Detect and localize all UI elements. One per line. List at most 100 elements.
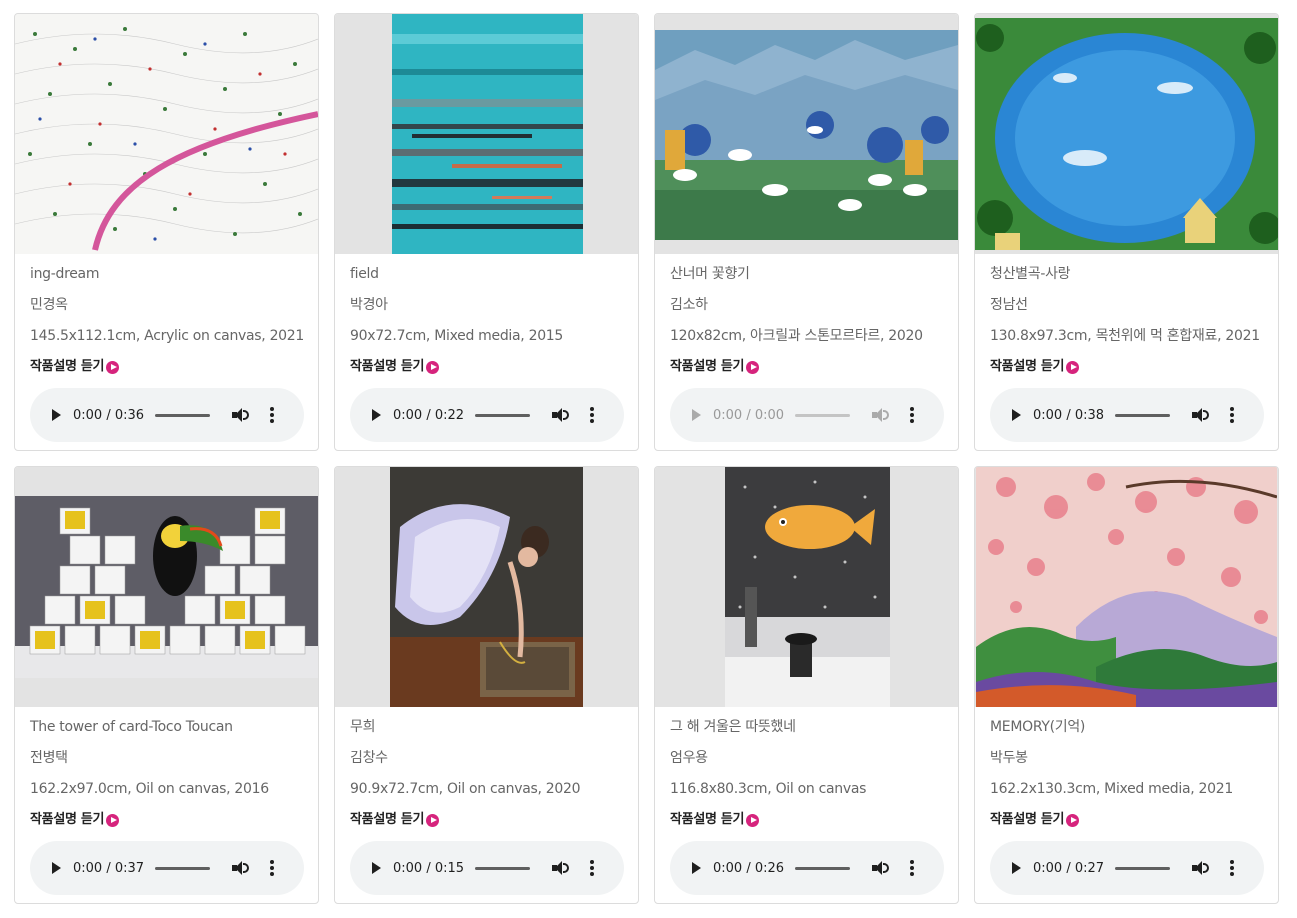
artwork-image[interactable] bbox=[655, 467, 958, 707]
volume-icon[interactable] bbox=[232, 860, 249, 876]
artwork-info: 그 해 겨울은 따뜻했네 엄우용 116.8x80.3cm, Oil on ca… bbox=[670, 717, 955, 830]
audio-progress-bar[interactable] bbox=[155, 413, 210, 417]
more-vert-icon[interactable] bbox=[910, 407, 914, 423]
audio-time: 0:00 / 0:00 bbox=[713, 407, 785, 423]
play-circle-icon bbox=[1066, 813, 1080, 827]
play-icon[interactable] bbox=[1012, 409, 1021, 421]
audio-progress-bar[interactable] bbox=[475, 413, 530, 417]
play-icon[interactable] bbox=[692, 862, 701, 874]
play-icon[interactable] bbox=[1012, 862, 1021, 874]
audio-player[interactable]: 0:00 / 0:22 bbox=[350, 388, 624, 442]
audio-progress-bar[interactable] bbox=[795, 413, 850, 417]
artwork-card: 그 해 겨울은 따뜻했네 엄우용 116.8x80.3cm, Oil on ca… bbox=[654, 466, 959, 904]
play-circle-icon bbox=[106, 360, 120, 374]
more-vert-icon[interactable] bbox=[1230, 860, 1234, 876]
audio-progress-bar[interactable] bbox=[795, 866, 850, 870]
artwork-image[interactable] bbox=[975, 467, 1278, 707]
artwork-image[interactable] bbox=[15, 14, 318, 254]
play-circle-icon bbox=[1066, 360, 1080, 374]
artwork-title: 산너머 꽃향기 bbox=[670, 266, 750, 282]
artwork-meta: 130.8x97.3cm, 목천위에 먹 혼합재료, 2021 bbox=[990, 328, 1260, 344]
more-vert-icon[interactable] bbox=[590, 860, 594, 876]
artwork-image[interactable] bbox=[975, 14, 1278, 254]
volume-icon[interactable] bbox=[232, 407, 249, 423]
artwork-image[interactable] bbox=[335, 14, 638, 254]
artwork-meta: 90.9x72.7cm, Oil on canvas, 2020 bbox=[350, 781, 581, 797]
listen-description-link[interactable]: 작품설명 듣기 bbox=[990, 810, 1275, 830]
listen-label: 작품설명 듣기 bbox=[670, 812, 745, 827]
artwork-card: 산너머 꽃향기 김소하 120x82cm, 아크릴과 스톤모르타르, 2020 … bbox=[654, 13, 959, 451]
audio-progress-bar[interactable] bbox=[1115, 866, 1170, 870]
play-icon[interactable] bbox=[372, 862, 381, 874]
audio-time: 0:00 / 0:26 bbox=[713, 860, 785, 876]
listen-description-link[interactable]: 작품설명 듣기 bbox=[30, 810, 315, 830]
audio-player[interactable]: 0:00 / 0:37 bbox=[30, 841, 304, 895]
artwork-artist: 정남선 bbox=[990, 297, 1028, 313]
audio-player[interactable]: 0:00 / 0:27 bbox=[990, 841, 1264, 895]
play-circle-icon bbox=[426, 360, 440, 374]
audio-progress-bar[interactable] bbox=[1115, 413, 1170, 417]
more-vert-icon[interactable] bbox=[1230, 407, 1234, 423]
audio-player[interactable]: 0:00 / 0:00 bbox=[670, 388, 944, 442]
play-icon[interactable] bbox=[372, 409, 381, 421]
more-vert-icon[interactable] bbox=[270, 860, 274, 876]
play-circle-icon bbox=[746, 360, 760, 374]
artwork-card: MEMORY(기억) 박두봉 162.2x130.3cm, Mixed medi… bbox=[974, 466, 1279, 904]
volume-icon[interactable] bbox=[1192, 407, 1209, 423]
artwork-image[interactable] bbox=[335, 467, 638, 707]
more-vert-icon[interactable] bbox=[590, 407, 594, 423]
audio-progress-bar[interactable] bbox=[475, 866, 530, 870]
artwork-artist: 민경옥 bbox=[30, 297, 68, 313]
artwork-info: field 박경아 90x72.7cm, Mixed media, 2015 작… bbox=[350, 264, 635, 377]
artwork-info: ing-dream 민경옥 145.5x112.1cm, Acrylic on … bbox=[30, 264, 315, 377]
volume-icon[interactable] bbox=[872, 407, 889, 423]
play-icon[interactable] bbox=[52, 862, 61, 874]
listen-description-link[interactable]: 작품설명 듣기 bbox=[670, 357, 955, 377]
listen-description-link[interactable]: 작품설명 듣기 bbox=[30, 357, 315, 377]
audio-progress-bar[interactable] bbox=[155, 866, 210, 870]
artwork-title: field bbox=[350, 266, 379, 282]
play-circle-icon bbox=[106, 813, 120, 827]
artwork-title: 청산별곡-사랑 bbox=[990, 266, 1071, 282]
audio-player[interactable]: 0:00 / 0:36 bbox=[30, 388, 304, 442]
listen-description-link[interactable]: 작품설명 듣기 bbox=[670, 810, 955, 830]
artwork-title: 그 해 겨울은 따뜻했네 bbox=[670, 719, 796, 735]
audio-time: 0:00 / 0:36 bbox=[73, 407, 145, 423]
artwork-card: ing-dream 민경옥 145.5x112.1cm, Acrylic on … bbox=[14, 13, 319, 451]
listen-label: 작품설명 듣기 bbox=[670, 359, 745, 374]
artwork-artist: 엄우용 bbox=[670, 750, 708, 766]
artwork-artist: 김소하 bbox=[670, 297, 708, 313]
volume-icon[interactable] bbox=[552, 860, 569, 876]
listen-description-link[interactable]: 작품설명 듣기 bbox=[990, 357, 1275, 377]
artwork-info: 청산별곡-사랑 정남선 130.8x97.3cm, 목천위에 먹 혼합재료, 2… bbox=[990, 264, 1275, 377]
audio-player[interactable]: 0:00 / 0:15 bbox=[350, 841, 624, 895]
artwork-artist: 김창수 bbox=[350, 750, 388, 766]
more-vert-icon[interactable] bbox=[910, 860, 914, 876]
artwork-artist: 박두봉 bbox=[990, 750, 1028, 766]
volume-icon[interactable] bbox=[1192, 860, 1209, 876]
listen-description-link[interactable]: 작품설명 듣기 bbox=[350, 810, 635, 830]
play-circle-icon bbox=[426, 813, 440, 827]
artwork-artist: 박경아 bbox=[350, 297, 388, 313]
audio-player[interactable]: 0:00 / 0:38 bbox=[990, 388, 1264, 442]
play-icon[interactable] bbox=[692, 409, 701, 421]
play-circle-icon bbox=[746, 813, 760, 827]
artwork-title: ing-dream bbox=[30, 266, 100, 282]
audio-time: 0:00 / 0:38 bbox=[1033, 407, 1105, 423]
artwork-meta: 120x82cm, 아크릴과 스톤모르타르, 2020 bbox=[670, 328, 923, 344]
volume-icon[interactable] bbox=[552, 407, 569, 423]
listen-description-link[interactable]: 작품설명 듣기 bbox=[350, 357, 635, 377]
audio-player[interactable]: 0:00 / 0:26 bbox=[670, 841, 944, 895]
play-icon[interactable] bbox=[52, 409, 61, 421]
artwork-title: The tower of card-Toco Toucan bbox=[30, 719, 233, 735]
artwork-image[interactable] bbox=[15, 467, 318, 707]
artwork-meta: 162.2x130.3cm, Mixed media, 2021 bbox=[990, 781, 1233, 797]
audio-time: 0:00 / 0:22 bbox=[393, 407, 465, 423]
more-vert-icon[interactable] bbox=[270, 407, 274, 423]
listen-label: 작품설명 듣기 bbox=[30, 812, 105, 827]
artwork-image[interactable] bbox=[655, 14, 958, 254]
volume-icon[interactable] bbox=[872, 860, 889, 876]
listen-label: 작품설명 듣기 bbox=[350, 359, 425, 374]
artwork-meta: 145.5x112.1cm, Acrylic on canvas, 2021 bbox=[30, 328, 305, 344]
audio-time: 0:00 / 0:37 bbox=[73, 860, 145, 876]
